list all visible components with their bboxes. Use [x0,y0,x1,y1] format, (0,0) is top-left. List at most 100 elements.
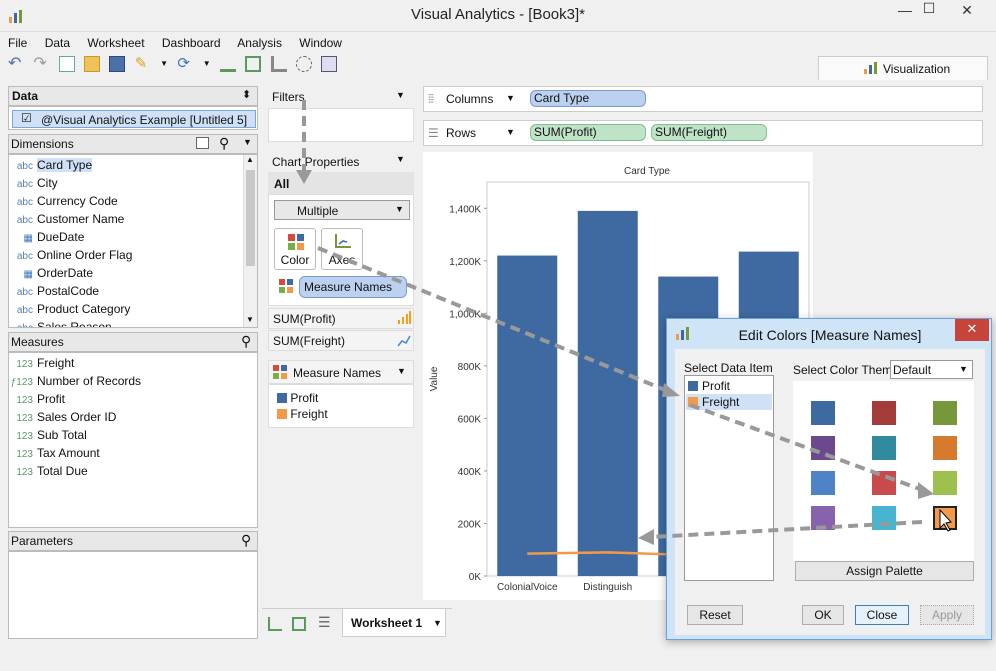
new-dashboard-icon[interactable] [245,56,262,72]
refresh-icon[interactable]: ⟳ [177,56,193,72]
scroll-up-icon[interactable]: ▲ [246,155,254,164]
search-icon[interactable]: ⚲ [241,532,251,549]
numeric-type-icon: 123 [16,467,33,478]
tab-visualization[interactable]: Visualization [818,56,988,80]
dimensions-header: Dimensions ⚲ ▼ [8,134,258,154]
ok-button[interactable]: OK [802,605,844,625]
list-item[interactable]: ▦ DueDate [9,228,243,246]
dropdown-arrow-icon[interactable]: ▼ [506,127,515,137]
list-item[interactable]: abc City [9,174,243,192]
dropdown-arrow-icon[interactable]: ▼ [203,56,211,72]
tab-worksheet-1[interactable]: Worksheet 1 ▼ [342,609,446,637]
bar[interactable] [497,255,558,576]
assign-palette-button[interactable]: Assign Palette [795,561,974,581]
dropdown-arrow-icon[interactable]: ▼ [396,90,405,100]
rows-pill-sum-profit[interactable]: SUM(Profit) [530,124,646,141]
measures-header: Measures ⚲ [8,332,258,352]
list-item[interactable]: 123 Tax Amount [9,444,257,462]
menu-window[interactable]: Window [299,36,342,50]
series-freight-tab[interactable]: SUM(Freight) [268,330,414,351]
chart-properties-all-tab[interactable]: All [268,172,414,194]
list-item[interactable]: 123 Total Due [9,462,257,480]
scrollbar-thumb[interactable] [246,170,255,266]
new-dashboard-icon[interactable] [292,617,306,631]
axes-button[interactable]: Axes [321,228,363,270]
dropdown-arrow-icon[interactable]: ▼ [506,93,515,103]
palette-swatch[interactable] [811,436,835,460]
data-item-freight[interactable]: Freight [686,394,772,410]
pencil-icon[interactable]: ✎ [135,56,151,72]
new-worksheet-icon[interactable] [268,617,282,631]
dialog-close-icon[interactable]: ✕ [955,319,989,341]
data-source-item[interactable]: ☑ @Visual Analytics Example [Untitled 5] [12,110,256,128]
list-item[interactable]: abc Product Category [9,300,243,318]
menu-data[interactable]: Data [45,36,70,50]
list-item[interactable]: 123 Freight [9,354,257,372]
menu-worksheet[interactable]: Worksheet [87,36,144,50]
menu-file[interactable]: File [8,36,27,50]
palette-swatch[interactable] [811,401,835,425]
close-window-button[interactable]: ✕ [950,2,984,22]
columns-pill-card-type[interactable]: Card Type [530,90,646,107]
color-theme-select[interactable]: Default ▼ [890,360,973,379]
palette-swatch[interactable] [872,506,896,530]
reset-button[interactable]: Reset [687,605,743,625]
palette-swatch[interactable] [811,506,835,530]
palette-swatch[interactable] [933,436,957,460]
palette-swatch[interactable] [872,401,896,425]
palette-swatch[interactable] [933,471,957,495]
palette-swatch[interactable] [811,471,835,495]
y-tick-label: 800K [458,362,482,373]
list-item[interactable]: ƒ123 Number of Records [9,372,257,390]
maximize-button[interactable]: ☐ [912,0,946,20]
apply-button[interactable]: Apply [920,605,974,625]
open-icon[interactable] [84,56,101,72]
menu-dashboard[interactable]: Dashboard [162,36,221,50]
table-view-icon[interactable] [196,137,209,149]
search-icon[interactable]: ⚲ [241,333,251,350]
data-item-profit[interactable]: Profit [686,378,772,394]
dropdown-arrow-icon[interactable]: ▼ [160,56,168,72]
close-button[interactable]: Close [855,605,909,625]
rows-pill-sum-freight[interactable]: SUM(Freight) [651,124,767,141]
list-item[interactable]: abc Customer Name [9,210,243,228]
mark-type-select[interactable]: Multiple ▼ [274,200,410,220]
legend-item-freight[interactable]: Freight [277,407,328,421]
list-item[interactable]: 123 Profit [9,390,257,408]
sort-arrows-icon[interactable]: ⬍ [242,88,251,101]
list-item[interactable]: ▦ OrderDate [9,264,243,282]
new-worksheet-icon[interactable] [220,56,237,72]
export-icon[interactable] [321,56,338,72]
dropdown-arrow-icon[interactable]: ▼ [243,137,252,147]
list-item[interactable]: 123 Sub Total [9,426,257,444]
palette-swatch[interactable] [872,436,896,460]
series-profit-tab[interactable]: SUM(Profit) [268,308,414,329]
list-item[interactable]: abc Currency Code [9,192,243,210]
list-item[interactable]: abc Online Order Flag [9,246,243,264]
list-item[interactable]: 123 Sales Order ID [9,408,257,426]
redo-icon[interactable]: ↷ [33,56,49,72]
lasso-icon[interactable] [296,56,313,72]
palette-swatch[interactable] [872,471,896,495]
scroll-down-icon[interactable]: ▼ [246,315,254,324]
save-icon[interactable] [109,56,126,72]
palette-swatch[interactable] [933,506,957,530]
filters-shelf[interactable] [268,108,414,142]
list-item[interactable]: abc PostalCode [9,282,243,300]
menu-analysis[interactable]: Analysis [237,36,282,50]
sheet-list-icon[interactable]: ☰ [318,614,331,631]
list-item[interactable]: abc Card Type [9,156,243,174]
undo-icon[interactable]: ↶ [8,56,24,72]
search-icon[interactable]: ⚲ [219,135,229,152]
dropdown-arrow-icon[interactable]: ▼ [396,154,405,164]
color-button[interactable]: Color [274,228,316,270]
chart-icon[interactable] [270,56,287,72]
palette-swatch[interactable] [933,401,957,425]
measure-names-pill[interactable]: Measure Names [299,276,407,298]
bar[interactable] [577,210,638,576]
legend-item-profit[interactable]: Profit [277,391,318,405]
new-icon[interactable] [58,56,75,72]
dropdown-arrow-icon[interactable]: ▼ [397,366,406,376]
dimensions-scrollbar[interactable]: ▲ ▼ [243,155,257,327]
list-item[interactable]: abcSales Reason [9,318,243,327]
